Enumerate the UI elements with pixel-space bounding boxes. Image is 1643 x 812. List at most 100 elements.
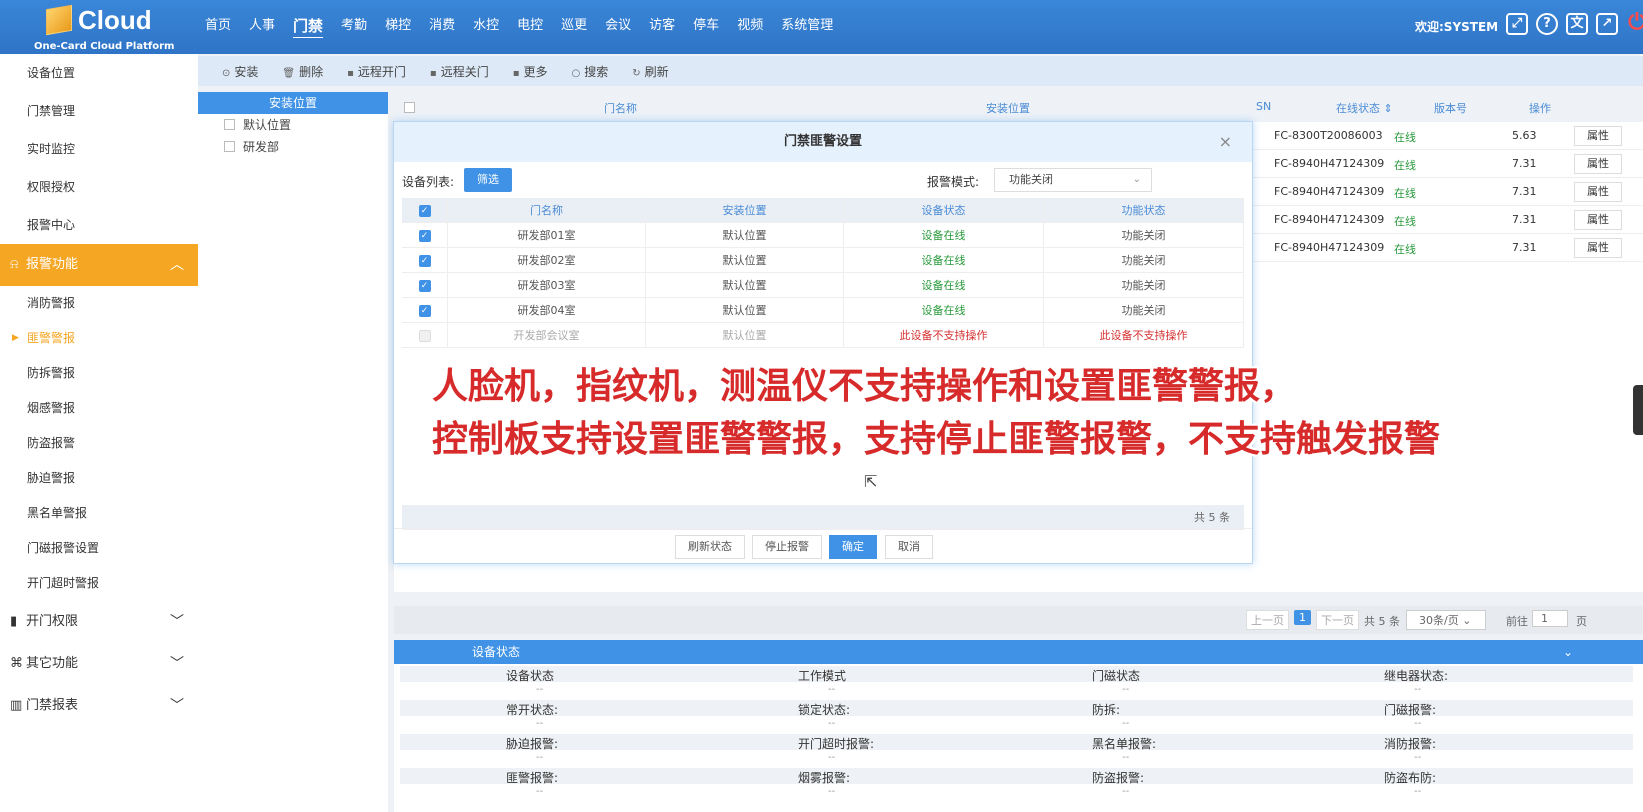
- select-all-checkbox[interactable]: ✓: [418, 205, 431, 217]
- language-icon[interactable]: 文: [1566, 13, 1588, 35]
- fullscreen-icon[interactable]: ⤢: [1506, 13, 1528, 35]
- sidebar-subitem[interactable]: 匪警警报: [0, 321, 198, 356]
- nav-item-1[interactable]: 人事: [240, 0, 284, 54]
- col-door-name: 门名称: [448, 198, 646, 222]
- sidebar-subitem[interactable]: 防拆警报: [0, 356, 198, 391]
- nav-item-6[interactable]: 水控: [464, 0, 508, 54]
- nav-item-8[interactable]: 巡更: [552, 0, 596, 54]
- modal-total: 共 5 条: [402, 505, 1244, 530]
- chevron-down-icon[interactable]: ⌄: [1563, 640, 1573, 664]
- status-panel-header[interactable]: 设备状态 ⌄: [394, 640, 1643, 664]
- close-icon[interactable]: ×: [1219, 122, 1232, 162]
- sidebar-subitem[interactable]: 烟感警报: [0, 391, 198, 426]
- sidebar-item[interactable]: 实时监控: [0, 130, 198, 168]
- toolbar-button[interactable]: ▪ 更多: [503, 63, 558, 80]
- page-size-select[interactable]: 30条/页 ⌄: [1406, 610, 1486, 630]
- nav-item-2[interactable]: 门禁: [284, 0, 332, 54]
- sidebar-item[interactable]: 门禁管理: [0, 92, 198, 130]
- row-checkbox[interactable]: [418, 330, 431, 342]
- properties-button[interactable]: 属性: [1574, 126, 1622, 146]
- next-page-button[interactable]: 下一页: [1316, 610, 1359, 630]
- toolbar-button[interactable]: ▪ 远程开门: [337, 63, 416, 80]
- sidebar-group-alarm[interactable]: ⍾ 报警功能 ︿: [0, 244, 198, 286]
- ok-button[interactable]: 确定: [829, 535, 877, 559]
- status-value: --: [1414, 684, 1422, 695]
- nav-item-4[interactable]: 梯控: [376, 0, 420, 54]
- tree-node[interactable]: 研发部: [198, 136, 388, 158]
- firmware-version: 7.31: [1512, 241, 1537, 254]
- node-checkbox[interactable]: [224, 119, 235, 130]
- sidebar-item[interactable]: 权限授权: [0, 168, 198, 206]
- row-checkbox[interactable]: ✓: [418, 230, 431, 242]
- nav-item-9[interactable]: 会议: [596, 0, 640, 54]
- nav-item-10[interactable]: 访客: [640, 0, 684, 54]
- tree-node-label: 默认位置: [243, 118, 292, 132]
- nav-item-3[interactable]: 考勤: [332, 0, 376, 54]
- sidebar-subitem[interactable]: 门磁报警设置: [0, 531, 198, 566]
- table-row[interactable]: ✓ 研发部02室 默认位置 设备在线 功能关闭: [402, 248, 1244, 273]
- door-icon: ▮: [10, 614, 18, 629]
- col-sn: SN: [1256, 100, 1272, 113]
- sidebar-subitem[interactable]: 防盗报警: [0, 426, 198, 461]
- status-value: --: [1414, 752, 1422, 763]
- current-page[interactable]: 1: [1294, 610, 1311, 625]
- tree-header: 安装位置: [198, 92, 388, 114]
- sidebar-subitem[interactable]: 消防警报: [0, 286, 198, 321]
- toolbar-button[interactable]: ⊙ 安装: [212, 63, 268, 80]
- function-status: 功能关闭: [1044, 223, 1244, 247]
- sidebar-subitem[interactable]: 胁迫警报: [0, 461, 198, 496]
- row-checkbox[interactable]: ✓: [418, 255, 431, 267]
- properties-button[interactable]: 属性: [1574, 154, 1622, 174]
- sidebar-group[interactable]: ▥ 门禁报表 ﹀: [0, 685, 198, 727]
- nav-item-5[interactable]: 消费: [420, 0, 464, 54]
- row-checkbox[interactable]: ✓: [418, 305, 431, 317]
- sidebar-subitem[interactable]: 开门超时警报: [0, 566, 198, 601]
- refresh-status-button[interactable]: 刷新状态: [675, 535, 745, 559]
- select-all-checkbox[interactable]: [404, 102, 415, 113]
- table-row[interactable]: ✓ 研发部03室 默认位置 设备在线 功能关闭: [402, 273, 1244, 298]
- nav-item-12[interactable]: 视频: [728, 0, 772, 54]
- help-icon[interactable]: ?: [1536, 13, 1558, 35]
- toolbar-button[interactable]: 🗑 删除: [272, 63, 333, 80]
- nav-item-7[interactable]: 电控: [508, 0, 552, 54]
- toolbar-button[interactable]: ○ 搜索: [562, 63, 619, 80]
- goto-input[interactable]: 1: [1532, 610, 1568, 627]
- sidebar-item[interactable]: 报警中心: [0, 206, 198, 244]
- table-row[interactable]: ✓ 研发部01室 默认位置 设备在线 功能关闭: [402, 223, 1244, 248]
- nav-item-11[interactable]: 停车: [684, 0, 728, 54]
- sidebar-group[interactable]: ⌘ 其它功能 ﹀: [0, 643, 198, 685]
- side-drawer-handle[interactable]: [1633, 385, 1643, 435]
- alarm-bell-icon: ⍾: [10, 257, 19, 272]
- filter-button[interactable]: 筛选: [464, 168, 512, 192]
- sidebar-item[interactable]: 设备位置: [0, 54, 198, 92]
- node-checkbox[interactable]: [224, 141, 235, 152]
- modal-footer: 刷新状态 停止报警 确定 取消: [394, 528, 1252, 563]
- cancel-button[interactable]: 取消: [885, 535, 933, 559]
- nav-item-13[interactable]: 系统管理: [772, 0, 842, 54]
- sidebar-group-label: 其它功能: [26, 656, 79, 671]
- row-checkbox[interactable]: ✓: [418, 280, 431, 292]
- tree-node[interactable]: 默认位置: [198, 114, 388, 136]
- row-checkbox-cell: ✓: [402, 298, 448, 322]
- alarm-mode-label: 报警模式:: [927, 175, 980, 189]
- sidebar-subitem[interactable]: 黑名单警报: [0, 496, 198, 531]
- install-location: 默认位置: [646, 298, 844, 322]
- sidebar-group[interactable]: ▮ 开门权限 ﹀: [0, 601, 198, 643]
- properties-button[interactable]: 属性: [1574, 210, 1622, 230]
- properties-button[interactable]: 属性: [1574, 182, 1622, 202]
- stop-alarm-button[interactable]: 停止报警: [752, 535, 822, 559]
- device-status: 此设备不支持操作: [844, 323, 1044, 347]
- alarm-settings-modal: 门禁匪警设置 × 设备列表: 筛选 报警模式: 功能关闭 ⌄ ✓ 门名称 安装位…: [393, 121, 1253, 564]
- toolbar-button[interactable]: ↻ 刷新: [622, 63, 678, 80]
- status-label: 防盗报警:: [1092, 771, 1145, 785]
- alarm-mode-select[interactable]: 功能关闭 ⌄: [994, 168, 1152, 192]
- col-online[interactable]: 在线状态 ⇕: [1336, 100, 1393, 116]
- table-row[interactable]: 开发部会议室 默认位置 此设备不支持操作 此设备不支持操作: [402, 323, 1244, 348]
- nav-item-0[interactable]: 首页: [196, 0, 240, 54]
- open-external-icon[interactable]: ↗: [1596, 13, 1618, 35]
- toolbar-button[interactable]: ▪ 远程关门: [420, 63, 499, 80]
- power-icon[interactable]: ⏻: [1626, 12, 1643, 35]
- table-row[interactable]: ✓ 研发部04室 默认位置 设备在线 功能关闭: [402, 298, 1244, 323]
- prev-page-button[interactable]: 上一页: [1246, 610, 1289, 630]
- properties-button[interactable]: 属性: [1574, 238, 1622, 258]
